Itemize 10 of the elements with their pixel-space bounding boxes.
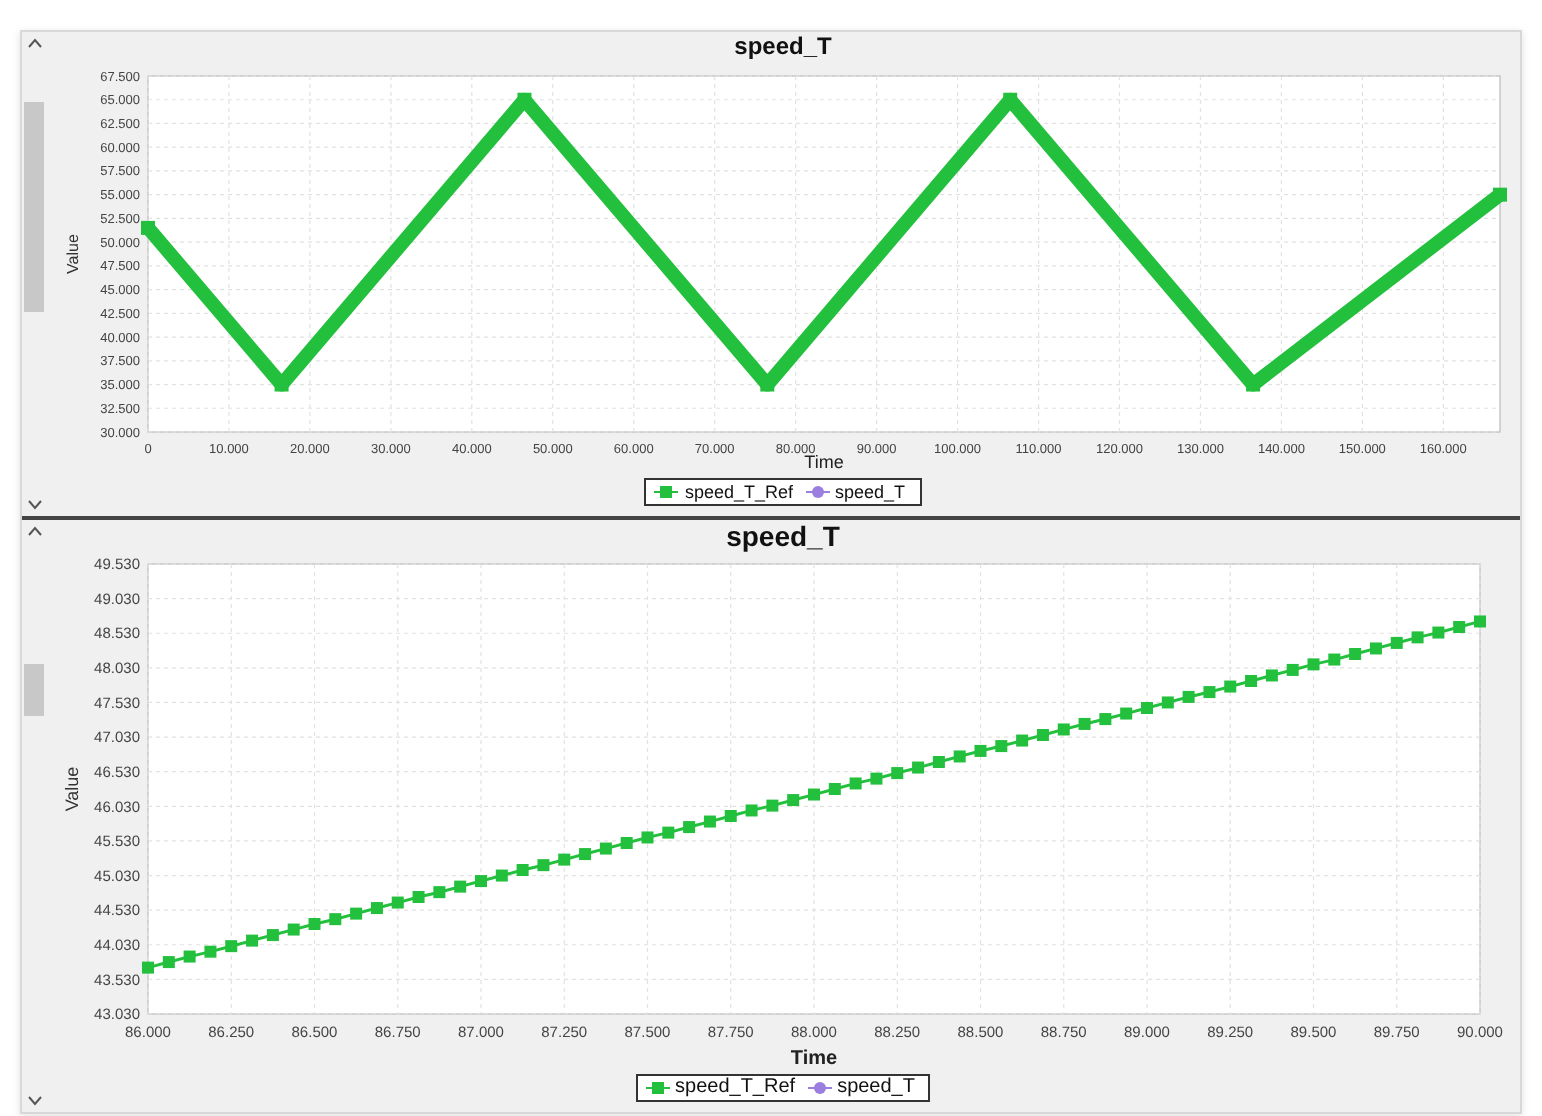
chart-title: speed_T [726, 520, 840, 552]
y-axis-title: Value [62, 766, 82, 812]
legend-label: speed_T [837, 1076, 915, 1100]
x-axis-title: Time [804, 452, 844, 472]
legend-label: speed_T [835, 480, 906, 504]
chart-title: speed_T [734, 32, 832, 62]
y-axis-title: Value [64, 234, 82, 274]
legend-label: speed_T_Ref [675, 1076, 796, 1100]
x-axis-title: Time [790, 1048, 838, 1068]
legend-label: speed_T_Ref [684, 480, 793, 504]
